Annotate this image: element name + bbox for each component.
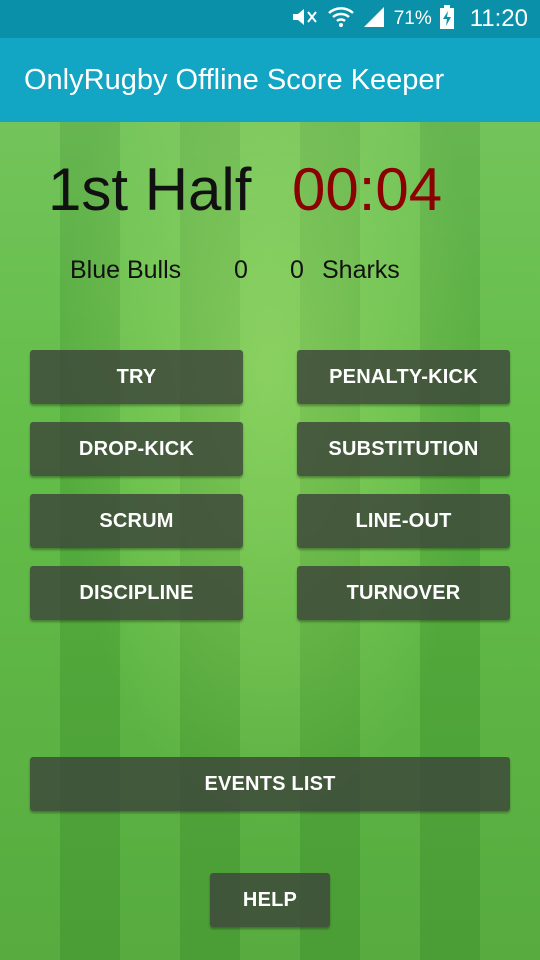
mute-icon: [290, 5, 320, 34]
app-title: OnlyRugby Offline Score Keeper: [24, 64, 445, 96]
help-button[interactable]: HELP: [210, 873, 330, 927]
substitution-button[interactable]: SUBSTITUTION: [297, 422, 510, 476]
penalty-kick-button[interactable]: PENALTY-KICK: [297, 350, 510, 404]
signal-icon: [362, 5, 386, 34]
wifi-icon: [327, 5, 354, 34]
battery-charging-icon: [439, 4, 454, 34]
line-out-button[interactable]: LINE-OUT: [297, 494, 510, 548]
drop-kick-button[interactable]: DROP-KICK: [30, 422, 243, 476]
try-button[interactable]: TRY: [30, 350, 243, 404]
away-team-name: Sharks: [322, 256, 400, 284]
status-icons: 71% 11:20: [290, 0, 528, 38]
events-list-button[interactable]: EVENTS LIST: [30, 757, 510, 811]
match-period: 1st Half: [48, 156, 252, 223]
status-bar: 71% 11:20: [0, 0, 540, 38]
away-team-score: 0: [290, 256, 304, 284]
status-time: 11:20: [469, 5, 528, 32]
turnover-button[interactable]: TURNOVER: [297, 566, 510, 620]
battery-percentage: 71%: [393, 8, 432, 29]
home-team-name: Blue Bulls: [70, 256, 182, 284]
app-bar: OnlyRugby Offline Score Keeper: [0, 38, 540, 122]
scrum-button[interactable]: SCRUM: [30, 494, 243, 548]
home-team-score: 0: [234, 256, 248, 284]
match-clock: 00:04: [292, 156, 443, 223]
discipline-button[interactable]: DISCIPLINE: [30, 566, 243, 620]
